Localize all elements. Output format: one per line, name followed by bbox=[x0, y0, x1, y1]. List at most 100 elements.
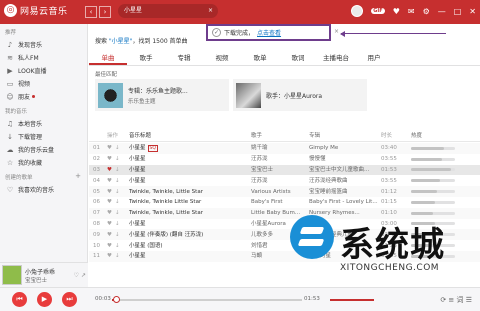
sidebar-item-fm[interactable]: ≋ 私人FM bbox=[0, 51, 87, 64]
table-row[interactable]: 01 ♥ ↓ 小星星 SQ 姚千瑜 Gimply Me 03:40 bbox=[89, 143, 480, 154]
row-title[interactable]: Twinkle, Twinkle Little Star bbox=[129, 197, 251, 207]
best-match-artist-card[interactable]: 歌手：小星星Aurora bbox=[233, 79, 367, 111]
minimize-icon[interactable]: — bbox=[438, 7, 446, 16]
col-duration[interactable]: 时长 bbox=[381, 132, 411, 141]
gear-icon[interactable]: ⚙ bbox=[423, 7, 430, 16]
table-row[interactable]: 03 ♥ ↓ 小星星 宝宝巴士 宝宝巴士中文儿童歌曲... 01:53 bbox=[89, 164, 480, 176]
prev-button[interactable]: ⏮ bbox=[12, 292, 27, 307]
tab-artists[interactable]: 歌手 bbox=[127, 52, 165, 65]
add-playlist-icon[interactable]: + bbox=[75, 172, 81, 180]
col-album[interactable]: 专辑 bbox=[309, 132, 381, 141]
view-downloads-link[interactable]: 点击查看 bbox=[257, 28, 281, 37]
table-row[interactable]: 06 ♥ ↓ Twinkle, Twinkle Little Star Baby's F… bbox=[89, 197, 480, 208]
table-row[interactable]: 02 ♥ ↓ 小星星 汪苏泷 慢慢懂 03:55 bbox=[89, 154, 480, 165]
tab-videos[interactable]: 视频 bbox=[203, 52, 241, 65]
sidebar-item-look-live[interactable]: ▶ LOOK直播 bbox=[0, 64, 87, 77]
download-icon[interactable]: ↓ bbox=[115, 251, 120, 261]
heart-icon[interactable]: ♥ bbox=[107, 208, 112, 218]
heart-icon[interactable]: ♥ bbox=[107, 154, 112, 164]
close-icon[interactable]: ✕ bbox=[469, 7, 476, 16]
row-title[interactable]: 小星星 (国语) bbox=[129, 241, 251, 251]
mail-icon[interactable]: ✉ bbox=[408, 7, 415, 16]
sidebar-item-downloads[interactable]: ↓ 下载管理 bbox=[0, 130, 87, 143]
avatar[interactable] bbox=[351, 5, 364, 17]
progress-knob[interactable] bbox=[113, 296, 120, 303]
back-button[interactable]: ‹ bbox=[85, 6, 97, 18]
row-title[interactable]: 小星星 SQ bbox=[129, 143, 251, 154]
heart-icon[interactable]: ♥ bbox=[107, 197, 112, 207]
tab-lyrics[interactable]: 歌词 bbox=[279, 52, 317, 65]
row-album[interactable]: 慢慢懂 bbox=[309, 154, 381, 164]
next-button[interactable]: ⏭ bbox=[62, 292, 77, 307]
now-playing[interactable]: 小兔子乖乖 宝宝巴士 ♡ ↗ bbox=[0, 262, 88, 287]
row-title[interactable]: 小星星 bbox=[129, 219, 251, 229]
download-icon[interactable]: ↓ bbox=[115, 230, 120, 240]
vip-badge[interactable]: GIF bbox=[371, 8, 385, 14]
col-artist[interactable]: 歌手 bbox=[251, 132, 309, 141]
tab-users[interactable]: 用户 bbox=[355, 52, 393, 65]
row-album[interactable]: Gimply Me bbox=[309, 143, 381, 153]
heart-icon[interactable]: ♥ bbox=[107, 230, 112, 240]
heart-icon[interactable]: ♥ bbox=[107, 176, 112, 186]
heart-icon[interactable]: ♥ bbox=[107, 251, 112, 261]
heart-icon[interactable]: ♥ bbox=[107, 187, 112, 197]
sidebar-item-cloud[interactable]: ☁ 我的音乐云盘 bbox=[0, 143, 87, 156]
row-artist[interactable]: 宝宝巴士 bbox=[251, 165, 309, 175]
heart-icon[interactable]: ♥ bbox=[107, 241, 112, 251]
search-clear-icon[interactable]: × bbox=[208, 4, 213, 18]
best-match-album-card[interactable]: 专辑：乐乐鱼主题歌... 乐乐鱼主题 bbox=[95, 79, 229, 111]
like-share-icon[interactable]: ♡ ↗ bbox=[74, 272, 86, 279]
row-artist[interactable]: Various Artists bbox=[251, 187, 309, 197]
download-icon[interactable]: ↓ bbox=[115, 187, 120, 197]
tab-radio[interactable]: 主播电台 bbox=[317, 52, 355, 65]
sidebar-item-collection[interactable]: ☆ 我的收藏 bbox=[0, 156, 87, 169]
sidebar-item-friends[interactable]: ☺ 朋友 bbox=[0, 90, 87, 103]
row-artist[interactable]: Baby's First bbox=[251, 197, 309, 207]
row-artist[interactable]: 汪苏泷 bbox=[251, 176, 309, 186]
download-icon[interactable]: ↓ bbox=[115, 197, 120, 207]
sidebar-item-local-music[interactable]: ♫ 本地音乐 bbox=[0, 117, 87, 130]
row-artist[interactable]: 姚千瑜 bbox=[251, 143, 309, 153]
download-icon[interactable]: ↓ bbox=[115, 241, 120, 251]
volume-slider[interactable] bbox=[330, 299, 374, 301]
row-album[interactable]: 宝宝巴士中文儿童歌曲... bbox=[309, 165, 381, 175]
heart-filled-icon[interactable]: ♥ bbox=[107, 165, 112, 175]
table-row[interactable]: 04 ♥ ↓ 小星星 汪苏泷 汪苏泷经典歌曲 03:55 bbox=[89, 175, 480, 186]
col-popularity[interactable]: 热度 bbox=[411, 132, 471, 141]
row-title[interactable]: 小星星 bbox=[129, 165, 251, 175]
row-title[interactable]: Twinkle, Twinkle, Little Star bbox=[129, 208, 251, 218]
play-button[interactable]: ▶ bbox=[37, 292, 52, 307]
row-artist[interactable]: 汪苏泷 bbox=[251, 154, 309, 164]
maximize-icon[interactable]: □ bbox=[454, 7, 462, 16]
download-icon[interactable]: ↓ bbox=[115, 165, 120, 175]
sidebar-item-liked-music[interactable]: ♡ 我喜欢的音乐 bbox=[0, 183, 87, 196]
toast-close-icon[interactable]: × bbox=[334, 28, 339, 35]
row-album[interactable]: Baby's First - Lovely Lit... bbox=[309, 197, 381, 207]
download-icon[interactable]: ↓ bbox=[115, 154, 120, 164]
row-title[interactable]: 小星星 bbox=[129, 251, 251, 261]
row-title[interactable]: 小星星 (伴奏版) (翻自 汪苏泷) bbox=[129, 230, 251, 240]
tab-albums[interactable]: 专辑 bbox=[165, 52, 203, 65]
download-icon[interactable]: ↓ bbox=[115, 208, 120, 218]
progress-bar[interactable] bbox=[112, 296, 302, 303]
sidebar-item-discover[interactable]: ♪ 发现音乐 bbox=[0, 38, 87, 51]
col-title[interactable]: 音乐标题 bbox=[129, 132, 251, 141]
download-icon[interactable]: ↓ bbox=[115, 143, 120, 153]
forward-button[interactable]: › bbox=[99, 6, 111, 18]
skin-icon[interactable]: ♥ bbox=[393, 7, 400, 16]
heart-icon[interactable]: ♥ bbox=[107, 219, 112, 229]
app-logo[interactable]: ◎ 网易云音乐 bbox=[4, 4, 68, 17]
tab-playlists[interactable]: 歌单 bbox=[241, 52, 279, 65]
download-icon[interactable]: ↓ bbox=[115, 176, 120, 186]
row-title[interactable]: 小星星 bbox=[129, 154, 251, 164]
row-title[interactable]: Twinkle, Twinkle, Little Star bbox=[129, 187, 251, 197]
table-row[interactable]: 05 ♥ ↓ Twinkle, Twinkle, Little Star Various… bbox=[89, 186, 480, 197]
tab-songs[interactable]: 单曲 bbox=[89, 52, 127, 65]
sidebar-item-video[interactable]: ▭ 视频 bbox=[0, 77, 87, 90]
heart-icon[interactable]: ♥ bbox=[107, 143, 112, 153]
row-album[interactable]: 宝宝睡前摇篮曲 bbox=[309, 187, 381, 197]
row-album[interactable]: 汪苏泷经典歌曲 bbox=[309, 176, 381, 186]
row-title[interactable]: 小星星 bbox=[129, 176, 251, 186]
search-input[interactable]: 小星星 × bbox=[118, 4, 218, 18]
download-icon[interactable]: ↓ bbox=[115, 219, 120, 229]
